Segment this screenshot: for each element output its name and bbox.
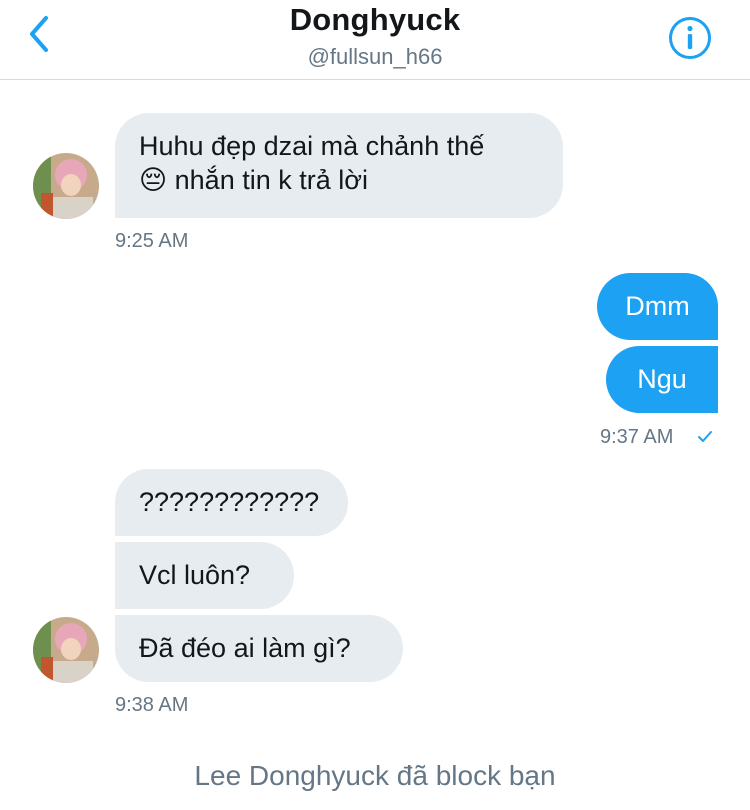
info-icon [669,17,711,59]
message-bubble[interactable]: ???????????? [115,469,348,536]
message-timestamp: 9:37 AM [600,426,674,448]
checkmark-icon [697,430,713,444]
message-bubble[interactable]: Vcl luôn? [115,542,294,609]
avatar[interactable] [33,617,99,683]
message-bubble[interactable]: Huhu đẹp dzai mà chảnh thế 😔 nhắn tin k … [115,113,563,218]
message-text: Dmm [625,291,690,321]
message-bubble[interactable]: Ngu [606,346,718,413]
message-timestamp: 9:38 AM [115,694,189,716]
message-text: Huhu đẹp dzai mà chảnh thế [139,131,485,161]
conversation-header: Donghyuck @fullsun_h66 [0,0,750,80]
avatar[interactable] [33,153,99,219]
info-button[interactable] [667,15,713,61]
message-text: Ngu [637,364,687,394]
message-bubble[interactable]: Dmm [597,273,718,340]
conversation-handle: @fullsun_h66 [307,44,443,69]
message-text: Đã đéo ai làm gì? [139,633,351,663]
message-bubble[interactable]: Đã đéo ai làm gì? [115,615,403,682]
block-notice: Lee Donghyuck đã block bạn [194,760,556,791]
message-text: 😔 nhắn tin k trả lời [139,165,368,195]
conversation-title[interactable]: Donghyuck [0,2,750,38]
message-text: Vcl luôn? [139,560,251,590]
message-timestamp: 9:25 AM [115,230,189,252]
message-text: ???????????? [139,487,320,517]
